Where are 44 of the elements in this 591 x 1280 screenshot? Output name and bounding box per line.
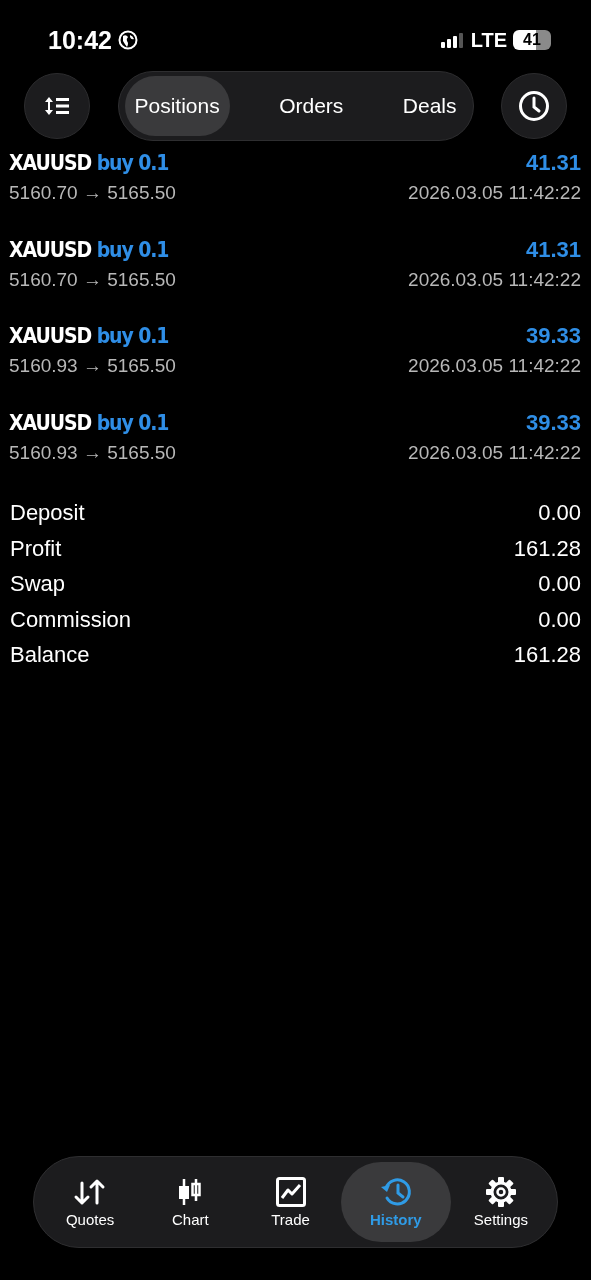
summary-label: Balance [10, 642, 90, 668]
deal-time: 2026.03.05 11:42:22 [408, 441, 581, 464]
deal-time: 2026.03.05 11:42:22 [408, 268, 581, 291]
tab[interactable]: Orders [269, 76, 354, 136]
deal-title: XAUUSD buy 0.1 [9, 151, 169, 175]
sort-icon [44, 95, 70, 117]
summary-value: 0.00 [538, 500, 581, 526]
deal-time: 2026.03.05 11:42:22 [408, 355, 581, 377]
summary-value: 0.00 [538, 571, 581, 597]
tab[interactable]: Positions [124, 76, 230, 136]
summary-label: Commission [10, 606, 132, 633]
deal-title: XAUUSD buy 0.1 [9, 237, 169, 262]
summary-value: 0.00 [538, 606, 581, 633]
summary-label: Deposit [10, 500, 85, 526]
summary-label: Swap [10, 571, 66, 597]
tab-bar-item[interactable]: Chart [140, 1162, 241, 1242]
tab-bar-item[interactable]: Settings [450, 1162, 551, 1242]
deal-profit: 41.31 [525, 236, 581, 263]
tab-bar-item[interactable]: Trade [240, 1162, 341, 1242]
summary-value: 161.28 [513, 535, 581, 562]
summary-value: 161.28 [513, 642, 581, 668]
signal-icon [440, 32, 465, 48]
deal-prices: 5160.70 → 5165.50 [9, 182, 176, 204]
tab-bar-item[interactable]: Quotes [40, 1162, 141, 1242]
tab[interactable]: Deals [392, 76, 467, 136]
tab-bar-item[interactable]: History [340, 1162, 451, 1242]
network-label: LTE [470, 28, 507, 52]
deal-prices: 5160.93 → 5165.50 [9, 355, 176, 377]
deal-prices: 5160.70 → 5165.50 [9, 268, 176, 291]
deal-title: XAUUSD buy 0.1 [9, 410, 169, 435]
deal-profit: 39.33 [525, 323, 581, 349]
gear-icon [484, 1176, 517, 1208]
summary-label: Profit [10, 535, 62, 562]
clock-icon [518, 90, 550, 122]
battery-indicator: 41 [513, 30, 551, 50]
deal-profit: 39.33 [525, 409, 581, 436]
line-chart-icon [275, 1177, 306, 1207]
clock-time: 10:42 [48, 25, 112, 55]
deal-title: XAUUSD buy 0.1 [9, 324, 169, 348]
candlestick-icon [177, 1177, 204, 1207]
deal-prices: 5160.93 → 5165.50 [9, 441, 176, 464]
deal-profit: 41.31 [525, 150, 581, 176]
deal-time: 2026.03.05 11:42:22 [408, 182, 581, 204]
globe-icon [117, 30, 138, 50]
